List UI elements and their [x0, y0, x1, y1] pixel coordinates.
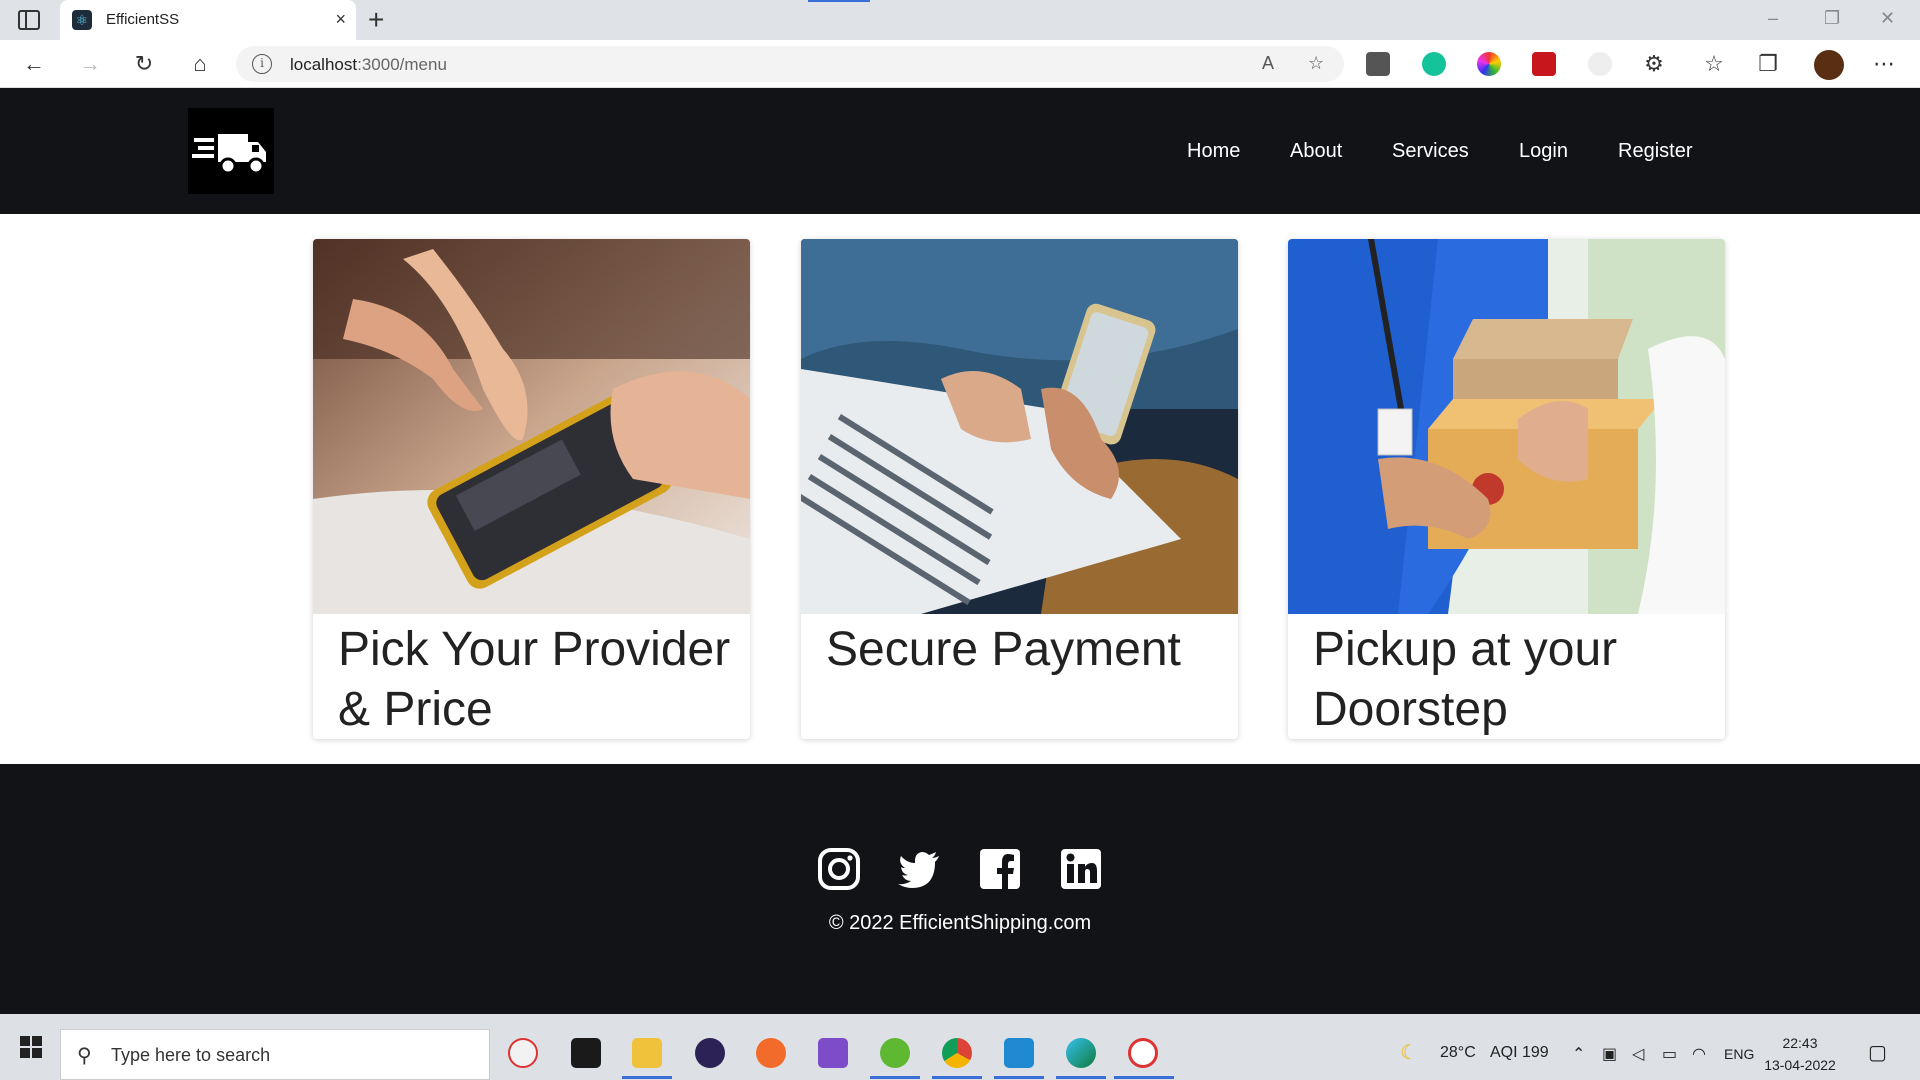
card-doorstep-pickup[interactable]: Pickup at your Doorstep — [1288, 239, 1725, 739]
weather-temp[interactable]: 28°C — [1440, 1044, 1476, 1062]
extensions-icon[interactable]: ⚙ — [1638, 48, 1670, 80]
add-favorite-icon[interactable]: ☆ — [1308, 53, 1324, 74]
grammarly-extension-icon[interactable] — [1422, 52, 1446, 76]
tab-actions-icon[interactable] — [18, 10, 40, 30]
chevron-up-icon[interactable]: ⌃ — [1572, 1044, 1585, 1064]
new-tab-icon[interactable]: + — [368, 4, 384, 36]
tab-title: EfficientSS — [106, 11, 180, 28]
rocket-extension-icon[interactable] — [1588, 52, 1612, 76]
pdf-extension-icon[interactable] — [1532, 52, 1556, 76]
active-app-indicator — [1056, 1076, 1106, 1079]
minimize-icon[interactable]: – — [1768, 8, 1778, 29]
laptop-and-phone-payment-photo — [801, 239, 1238, 614]
address-url[interactable]: localhost:3000/menu — [290, 55, 447, 75]
linkedin-icon[interactable] — [1059, 847, 1103, 891]
battery-icon[interactable]: ▭ — [1662, 1044, 1677, 1064]
instagram-icon[interactable] — [817, 847, 861, 891]
forward-icon[interactable]: → — [74, 48, 106, 80]
volume-icon[interactable]: ◁ — [1632, 1044, 1644, 1064]
taskbar-search-box[interactable]: ⚲ Type here to search — [60, 1029, 490, 1080]
read-aloud-icon[interactable]: A — [1262, 53, 1274, 74]
terminal-icon[interactable] — [571, 1038, 601, 1068]
visual-studio-icon[interactable] — [818, 1038, 848, 1068]
more-options-icon[interactable]: ⋯ — [1868, 48, 1900, 80]
nav-register-link[interactable]: Register — [1618, 140, 1692, 163]
notifications-icon[interactable]: ▢ — [1868, 1040, 1887, 1065]
copyright-text: © 2022 EfficientShipping.com — [828, 912, 1092, 934]
browser-toolbar: ← → ↻ ⌂ i localhost:3000/menu A ☆ ⚙ ☆ ❐ … — [0, 40, 1920, 88]
card-secure-payment[interactable]: Secure Payment — [801, 239, 1238, 739]
loading-indicator — [808, 0, 870, 2]
site-navbar: Home About Services Login Register — [0, 88, 1920, 214]
site-footer: © 2022 EfficientShipping.com — [0, 764, 1920, 1014]
windows-start-icon[interactable] — [20, 1036, 42, 1058]
nav-services-link[interactable]: Services — [1392, 140, 1469, 163]
favorites-icon[interactable]: ☆ — [1698, 48, 1730, 80]
spring-tool-icon[interactable] — [880, 1038, 910, 1068]
home-icon[interactable]: ⌂ — [184, 48, 216, 80]
facebook-icon[interactable] — [978, 847, 1022, 891]
courier-handing-parcels-photo — [1288, 239, 1725, 614]
color-picker-extension-icon[interactable] — [1477, 52, 1501, 76]
back-icon[interactable]: ← — [18, 48, 50, 80]
nav-about-link[interactable]: About — [1290, 140, 1342, 163]
selenium-extension-icon[interactable] — [1366, 52, 1390, 76]
service-cards: Pick Your Provider & Price Secure Paymen… — [0, 214, 1920, 764]
clock-time: 22:43 — [1782, 1035, 1818, 1051]
eclipse-icon[interactable] — [695, 1038, 725, 1068]
windows-taskbar: ⚲ Type here to search ☾ 28°C AQI 199 ⌃ ▣… — [0, 1014, 1920, 1080]
hand-tapping-smartphone-photo — [313, 239, 750, 614]
active-app-indicator — [1114, 1076, 1174, 1079]
react-favicon-icon: ⚛ — [72, 10, 92, 30]
meet-now-icon[interactable]: ▣ — [1602, 1044, 1617, 1064]
screen: ⚛ EfficientSS × + – ❐ ✕ ← → ↻ ⌂ i localh… — [0, 0, 1920, 1080]
site-info-icon[interactable]: i — [252, 54, 272, 74]
close-window-icon[interactable]: ✕ — [1880, 8, 1895, 29]
postman-icon[interactable] — [756, 1038, 786, 1068]
file-explorer-icon[interactable] — [632, 1038, 662, 1068]
snip-sketch-icon[interactable] — [1128, 1038, 1158, 1068]
card-title: Pick Your Provider & Price — [338, 623, 731, 736]
snipping-tool-icon[interactable] — [508, 1038, 538, 1068]
active-app-indicator — [932, 1076, 982, 1079]
nav-home-link[interactable]: Home — [1187, 140, 1240, 163]
truck-icon — [192, 134, 266, 175]
wifi-icon[interactable]: ◠ — [1692, 1044, 1706, 1064]
search-placeholder: Type here to search — [111, 1045, 271, 1065]
browser-tab[interactable]: ⚛ EfficientSS × — [60, 0, 356, 40]
weather-aqi[interactable]: AQI 199 — [1490, 1044, 1549, 1062]
restore-icon[interactable]: ❐ — [1824, 8, 1840, 29]
active-app-indicator — [994, 1076, 1044, 1079]
card-title: Secure Payment — [826, 623, 1181, 676]
chrome-icon[interactable] — [942, 1038, 972, 1068]
weather-moon-icon[interactable]: ☾ — [1400, 1040, 1418, 1065]
card-title: Pickup at your Doorstep — [1313, 623, 1618, 736]
vscode-icon[interactable] — [1004, 1038, 1034, 1068]
collections-icon[interactable]: ❐ — [1752, 48, 1784, 80]
reload-icon[interactable]: ↻ — [128, 48, 160, 80]
search-icon: ⚲ — [77, 1045, 92, 1067]
truck-logo[interactable] — [188, 108, 274, 194]
address-bar[interactable]: i localhost:3000/menu A ☆ — [236, 46, 1344, 82]
active-app-indicator — [622, 1076, 672, 1079]
card-pick-provider[interactable]: Pick Your Provider & Price — [313, 239, 750, 739]
system-clock[interactable]: 22:43 13-04-2022 — [1750, 1032, 1850, 1076]
browser-tab-bar: ⚛ EfficientSS × + – ❐ ✕ — [0, 0, 1920, 40]
edge-icon[interactable] — [1066, 1038, 1096, 1068]
twitter-icon[interactable] — [897, 847, 941, 891]
profile-avatar[interactable] — [1814, 50, 1844, 80]
nav-login-link[interactable]: Login — [1519, 140, 1568, 163]
active-app-indicator — [870, 1076, 920, 1079]
close-tab-icon[interactable]: × — [335, 9, 346, 30]
clock-date: 13-04-2022 — [1764, 1057, 1836, 1073]
